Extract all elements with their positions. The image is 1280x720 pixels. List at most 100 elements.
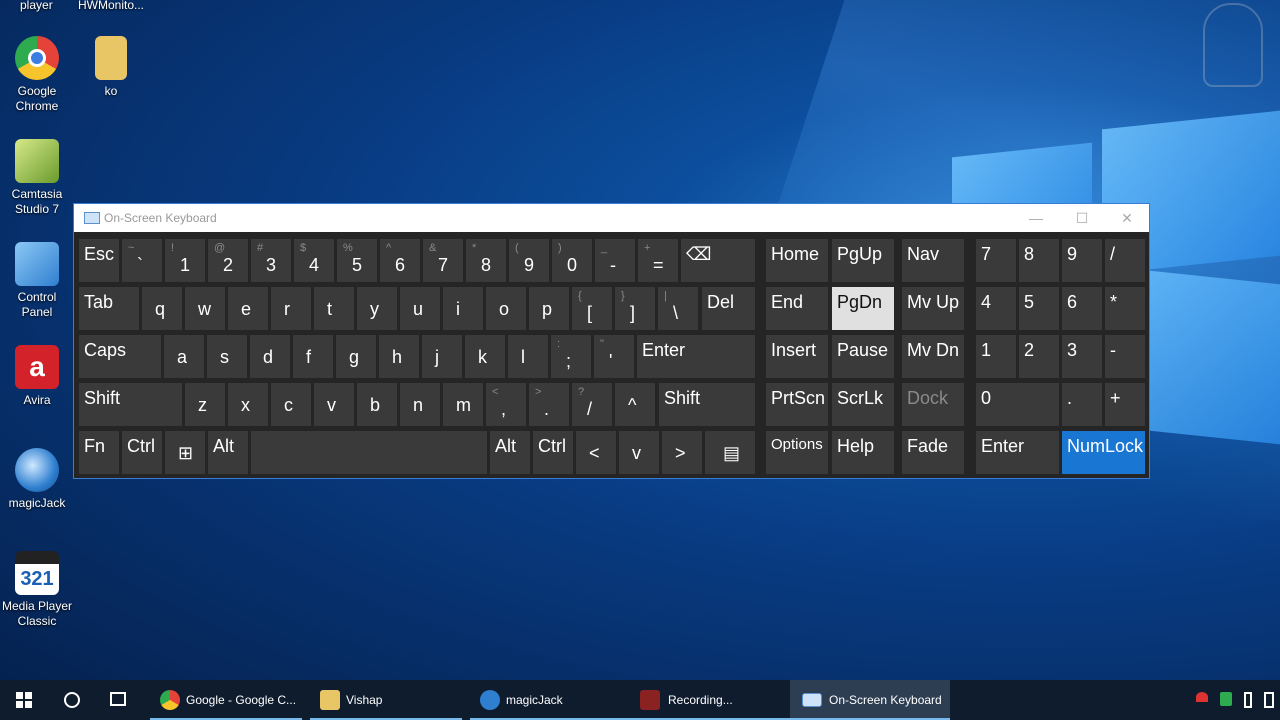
key[interactable]: t xyxy=(314,287,354,330)
key-tab[interactable]: Tab xyxy=(79,287,139,330)
key[interactable]: ^ 6 xyxy=(380,239,420,282)
key-arrow-up[interactable]: ^ xyxy=(615,383,655,426)
nav-key-scrlk[interactable]: ScrLk xyxy=(832,383,894,426)
key[interactable]: ~ ` xyxy=(122,239,162,282)
nav-key-home[interactable]: Home xyxy=(766,239,828,282)
nav-key-help[interactable]: Help xyxy=(832,431,894,474)
start-button[interactable] xyxy=(0,680,48,720)
key-windows[interactable]: ⊞ xyxy=(165,431,205,474)
key-arrow-down[interactable]: v xyxy=(619,431,659,474)
desktop-icon-control-panel[interactable]: Control Panel xyxy=(1,242,73,320)
key-menu[interactable]: ▤ xyxy=(705,431,755,474)
key[interactable]: c xyxy=(271,383,311,426)
numpad-key-plus[interactable]: + xyxy=(1105,383,1145,426)
key-space[interactable] xyxy=(251,431,487,474)
key[interactable]: l xyxy=(508,335,548,378)
nav-key-end[interactable]: End xyxy=(766,287,828,330)
tray-battery-icon[interactable] xyxy=(1264,692,1274,708)
key-alt-right[interactable]: Alt xyxy=(490,431,530,474)
nav-key-nav[interactable]: Nav xyxy=(902,239,964,282)
key[interactable]: k xyxy=(465,335,505,378)
key[interactable]: x xyxy=(228,383,268,426)
title-bar[interactable]: On-Screen Keyboard — ☐ ✕ xyxy=(74,204,1149,232)
nav-key-mv-dn[interactable]: Mv Dn xyxy=(902,335,964,378)
key-esc[interactable]: Esc xyxy=(79,239,119,282)
key[interactable]: e xyxy=(228,287,268,330)
numpad-key-numlock[interactable]: NumLock xyxy=(1062,431,1145,474)
taskbar-item-vishap[interactable]: Vishap xyxy=(310,680,462,720)
key[interactable]: q xyxy=(142,287,182,330)
numpad-key[interactable]: 7 xyxy=(976,239,1016,282)
key[interactable]: % 5 xyxy=(337,239,377,282)
key[interactable]: & 7 xyxy=(423,239,463,282)
tray-shield-icon[interactable] xyxy=(1220,692,1232,706)
key[interactable]: b xyxy=(357,383,397,426)
nav-key-options[interactable]: Options xyxy=(766,431,828,474)
numpad-key[interactable]: 2 xyxy=(1019,335,1059,378)
desktop-icon-magicjack[interactable]: magicJack xyxy=(1,448,73,511)
numpad-key[interactable]: 6 xyxy=(1062,287,1102,330)
key[interactable]: #3 xyxy=(251,239,291,282)
taskbar-item-recording[interactable]: Recording... xyxy=(630,680,790,720)
key[interactable]: ) 0 xyxy=(552,239,592,282)
numpad-key[interactable]: 3 xyxy=(1062,335,1102,378)
desktop-icon-chrome[interactable]: Google Chrome xyxy=(1,36,73,114)
key[interactable]: >. xyxy=(529,383,569,426)
key[interactable]: u xyxy=(400,287,440,330)
desktop-icon-ko[interactable]: ko xyxy=(75,36,147,99)
nav-key-prtscn[interactable]: PrtScn xyxy=(766,383,828,426)
key[interactable]: (9 xyxy=(509,239,549,282)
numpad-key-decimal[interactable]: . xyxy=(1062,383,1102,426)
key[interactable]: o xyxy=(486,287,526,330)
key[interactable]: | \ xyxy=(658,287,698,330)
key[interactable]: s xyxy=(207,335,247,378)
nav-key-pgdn[interactable]: PgDn xyxy=(832,287,894,330)
key[interactable]: v xyxy=(314,383,354,426)
key-arrow-right[interactable]: > xyxy=(662,431,702,474)
desktop-icon-avira[interactable]: a Avira xyxy=(1,345,73,408)
desktop-icon-camtasia[interactable]: Camtasia Studio 7 xyxy=(1,139,73,217)
key[interactable]: j xyxy=(422,335,462,378)
key[interactable]: n xyxy=(400,383,440,426)
numpad-key[interactable]: 8 xyxy=(1019,239,1059,282)
key[interactable]: " ' xyxy=(594,335,634,378)
numpad-key[interactable]: / xyxy=(1105,239,1145,282)
key[interactable]: p xyxy=(529,287,569,330)
numpad-key-0[interactable]: 0 xyxy=(976,383,1059,426)
key[interactable]: }] xyxy=(615,287,655,330)
close-button[interactable]: ✕ xyxy=(1104,204,1150,232)
key[interactable]: w xyxy=(185,287,225,330)
key-caps[interactable]: Caps xyxy=(79,335,161,378)
key[interactable]: h xyxy=(379,335,419,378)
key[interactable]: _ - xyxy=(595,239,635,282)
numpad-key[interactable]: 5 xyxy=(1019,287,1059,330)
key[interactable]: y xyxy=(357,287,397,330)
numpad-key-enter[interactable]: Enter xyxy=(976,431,1059,474)
key[interactable]: z xyxy=(185,383,225,426)
tray-network-icon[interactable] xyxy=(1196,692,1208,702)
search-button[interactable] xyxy=(48,680,96,720)
key-enter[interactable]: Enter xyxy=(637,335,755,378)
key-ctrl-right[interactable]: Ctrl xyxy=(533,431,573,474)
key[interactable]: m xyxy=(443,383,483,426)
nav-key-fade[interactable]: Fade xyxy=(902,431,964,474)
key[interactable]: a xyxy=(164,335,204,378)
tray-usb-icon[interactable] xyxy=(1244,692,1252,708)
key[interactable]: i xyxy=(443,287,483,330)
key-ctrl-left[interactable]: Ctrl xyxy=(122,431,162,474)
nav-key-mv-up[interactable]: Mv Up xyxy=(902,287,964,330)
key[interactable]: ? / xyxy=(572,383,612,426)
numpad-key[interactable]: 4 xyxy=(976,287,1016,330)
task-view-button[interactable] xyxy=(96,680,144,720)
key-arrow-left[interactable]: < xyxy=(576,431,616,474)
key[interactable]: @2 xyxy=(208,239,248,282)
key[interactable]: + = xyxy=(638,239,678,282)
nav-key-insert[interactable]: Insert xyxy=(766,335,828,378)
key[interactable]: {[ xyxy=(572,287,612,330)
key-alt-left[interactable]: Alt xyxy=(208,431,248,474)
key-shift-right[interactable]: Shift xyxy=(659,383,755,426)
taskbar-item-chrome[interactable]: Google - Google C... xyxy=(150,680,302,720)
nav-key-dock[interactable]: Dock xyxy=(902,383,964,426)
numpad-key[interactable]: 1 xyxy=(976,335,1016,378)
key[interactable]: d xyxy=(250,335,290,378)
